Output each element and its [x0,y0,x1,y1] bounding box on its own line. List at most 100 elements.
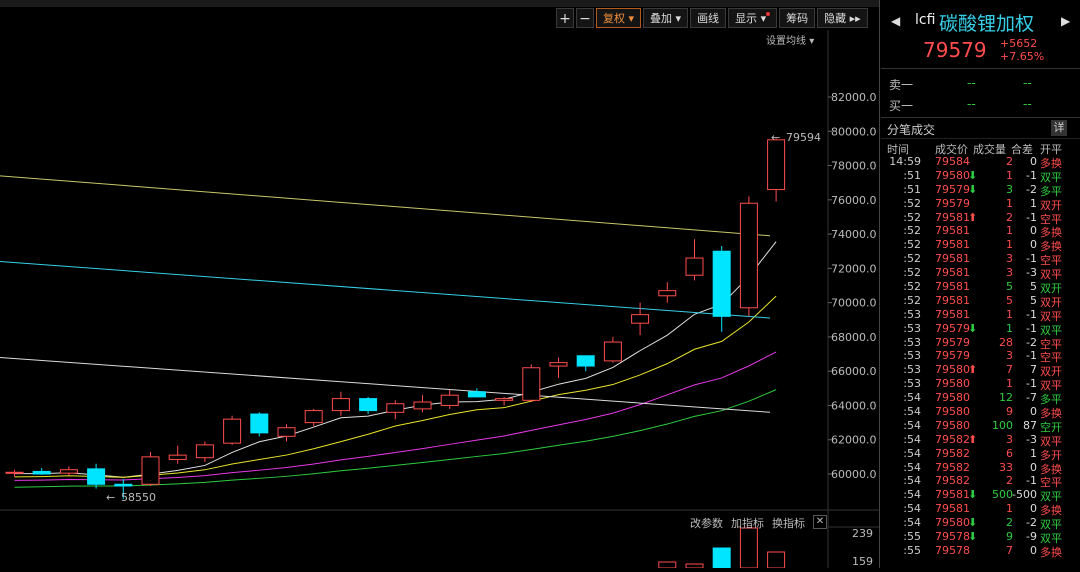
tick-row: :51 79579 ⬇ 3 -2 多平 [881,182,1080,198]
tick-volume: 2 [1006,210,1013,224]
tick-oi-diff: 5 [1030,293,1037,307]
tick-oi-diff: 1 [1030,446,1037,460]
tick-time: :54 [903,418,921,432]
prev-symbol-icon[interactable]: ◀ [891,14,900,28]
tick-time: :54 [903,405,921,419]
draw-line-button[interactable]: 画线 [690,8,727,28]
tick-oi-diff: -1 [1026,168,1037,182]
tick-oi-diff: -1 [1026,307,1037,321]
candle-body [59,469,78,474]
symbol-code: lcfi [915,12,936,28]
tick-oi-diff: -1 [1026,210,1037,224]
tick-volume: 7 [1006,543,1013,557]
tick-type: 多换 [1040,545,1062,559]
add-indicator-button[interactable]: 加指标 [731,515,764,531]
tick-volume: 500 [992,488,1013,502]
tick-time: :54 [903,432,921,446]
close-icon[interactable]: ✕ [813,515,827,529]
tick-price: 79582 [935,432,970,446]
tick-detail-button[interactable]: 详 [1051,120,1067,136]
tick-time: :52 [903,266,921,280]
tick-time: :55 [903,543,921,557]
indicator-bar: 改参数 加指标 换指标 ✕ [690,515,827,531]
candle-body [5,471,24,474]
modify-params-button[interactable]: 改参数 [690,515,723,531]
hide-button[interactable]: 隐藏 ▸▸ [817,8,868,28]
tick-oi-diff: -1 [1026,474,1037,488]
tick-time: :54 [903,488,921,502]
candle-body [331,398,350,412]
y-axis-label: 70000.0 [831,297,877,310]
tick-row: :54 79582 6 1 多开 [881,446,1080,462]
candle-body [413,401,432,410]
tick-time: :55 [903,530,921,544]
tick-price: 79578 [935,530,970,544]
arrow-up-icon: ⬆ [968,363,978,377]
tick-price: 79580 [935,391,970,405]
candle-body [767,139,786,191]
tick-time: 14:59 [889,155,921,168]
tick-volume: 3 [1006,182,1013,196]
tick-oi-diff: -1 [1026,252,1037,266]
tick-oi-diff: 0 [1030,460,1037,474]
kline-svg[interactable]: 82000.0 80000.0 78000.0 76000.0 74000.0 72000… [0,0,880,569]
arrow-down-icon: ⬇ [968,321,978,335]
zoom-out-button[interactable]: − [576,8,594,28]
candle-body [87,468,106,485]
ma-settings-button[interactable]: 设置均线 ▾ [766,32,814,47]
tick-time: :53 [903,363,921,377]
tick-time: :52 [903,238,921,252]
tick-price: 79580 [935,516,970,530]
candle-body [250,413,269,434]
switch-indicator-button[interactable]: 换指标 [772,515,805,531]
tick-price: 79581 [935,238,970,252]
tick-oi-diff: -1 [1026,349,1037,363]
tick-row: :52 79581 5 5 双开 [881,280,1080,295]
overlay-dropdown[interactable]: 叠加 ▾ [643,8,689,28]
candle-body [631,314,650,324]
tick-row: :52 79581 1 0 多换 [881,238,1080,253]
price-change: +5652 +7.65% [1000,37,1044,63]
tick-price: 79579 [935,182,970,196]
tick-oi-diff: 7 [1030,363,1037,377]
tick-volume: 9 [1006,530,1013,544]
tick-price: 79579 [935,349,970,363]
tick-row: :54 79582 2 -1 空平 [881,474,1080,489]
candle-body [685,257,704,276]
tick-oi-diff: -1 [1026,377,1037,391]
fuquan-dropdown[interactable]: 复权 ▾ [596,8,642,28]
tick-oi-diff: 0 [1030,155,1037,168]
candle-body [141,456,160,485]
tick-row: :52 79581 5 5 双开 [881,293,1080,309]
ask-label: 卖一 [889,78,914,92]
tick-volume: 1 [1006,224,1013,238]
tick-price: 79579 [935,321,970,335]
zoom-in-button[interactable]: + [556,8,574,28]
y-axis-label: 66000.0 [831,365,877,378]
notification-dot-icon [766,12,771,16]
panel-divider[interactable] [879,0,880,568]
candle-body [386,403,405,413]
arrow-up-icon: ⬆ [968,210,978,224]
kline-chart[interactable]: 82000.0 80000.0 78000.0 76000.0 74000.0 72000… [0,0,880,569]
chips-button[interactable]: 筹码 [779,8,816,28]
candle-body [32,470,51,475]
display-dropdown[interactable]: 显示 ▾ [728,8,778,28]
tick-price: 79580 [935,405,970,419]
y-axis-label: 64000.0 [831,399,877,412]
tick-price: 79581 [935,307,970,321]
tick-oi-diff: -500 [1012,488,1037,502]
tick-volume: 1 [1006,238,1013,252]
next-symbol-icon[interactable]: ▶ [1061,14,1070,28]
tick-list[interactable]: 14:59 79584 2 0 多换:51 79580 ⬇ 1 -1 双平:51 79579 ⬇ 3 -2… [881,155,1080,559]
tick-volume: 3 [1006,432,1013,446]
candle-body [359,398,378,412]
ask-row: 卖一 -- -- [881,73,1080,94]
tick-time: :52 [903,252,921,266]
tick-price: 79581 [935,252,970,266]
volume-bar [685,563,704,569]
candle-body [603,341,622,362]
bid-label: 买一 [889,99,914,113]
tick-price: 79580 [935,168,970,182]
tick-row: :52 79579 1 1 双开 [881,197,1080,212]
